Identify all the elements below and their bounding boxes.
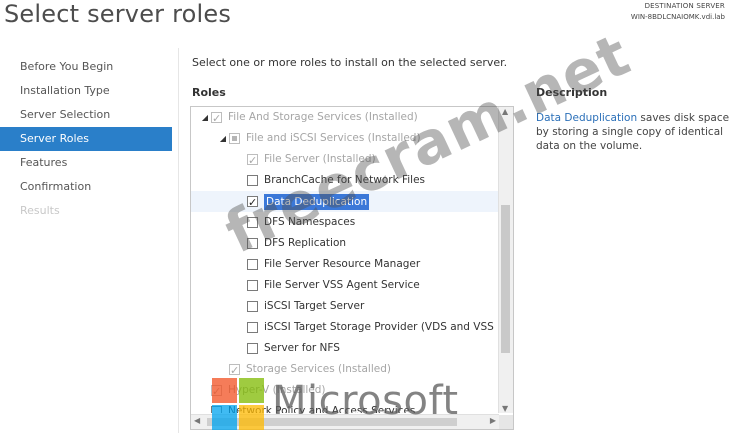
role-checkbox[interactable] [247,343,258,354]
instruction-text: Select one or more roles to install on t… [192,56,508,69]
role-row[interactable]: File Server (Installed) [235,149,376,171]
description-link[interactable]: Data Deduplication [536,112,637,124]
role-checkbox[interactable] [229,133,240,144]
role-label: Server for NFS [264,342,340,354]
nav-item-confirmation[interactable]: Confirmation [0,175,172,199]
role-row[interactable]: Storage Services (Installed) [217,359,391,381]
role-row[interactable]: File Server Resource Manager [235,254,420,275]
logo-red-square [212,378,237,403]
roles-header: Roles [192,86,226,99]
description-header: Description [536,86,608,99]
role-row[interactable]: Data Deduplication [235,191,370,213]
logo-blue-square [212,405,237,430]
role-checkbox[interactable] [247,150,258,171]
role-row[interactable]: iSCSI Target Server [235,296,364,317]
role-label: File and iSCSI Services (Installed) [246,132,421,144]
role-label: File Server VSS Agent Service [264,279,420,291]
role-label: Storage Services (Installed) [246,363,391,375]
scrollbar-corner [499,415,513,429]
role-row[interactable]: ◢ File And Storage Services (Installed) [199,107,418,129]
role-checkbox[interactable] [247,259,258,270]
role-label: Data Deduplication [264,193,370,210]
scroll-down-icon[interactable]: ▼ [502,404,508,413]
nav-item-before-you-begin[interactable]: Before You Begin [0,55,172,79]
role-label: DFS Namespaces [264,216,356,228]
expand-triangle-icon[interactable]: ◢ [217,128,229,149]
destination-server-name: WIN-8BDLCNAIOMK.vdi.lab [630,13,725,21]
role-label: DFS Replication [264,237,347,249]
description-text: Data Deduplication saves disk space by s… [536,111,736,153]
nav-divider [178,48,179,433]
role-label: BranchCache for Network Files [264,174,426,186]
role-label: iSCSI Target Server [264,300,365,312]
role-label: iSCSI Target Storage Provider (VDS and V… [264,321,494,333]
microsoft-wordmark: Microsoft [272,378,459,424]
role-checkbox[interactable] [247,280,258,291]
roles-tree: ◢ File And Storage Services (Installed) ◢ F… [191,107,499,413]
role-row[interactable]: BranchCache for Network Files [235,170,425,191]
role-checkbox[interactable] [229,360,240,381]
nav-item-server-selection[interactable]: Server Selection [0,103,172,127]
destination-server-label: DESTINATION SERVER [644,2,725,10]
nav-item-installation-type[interactable]: Installation Type [0,79,172,103]
scroll-left-icon[interactable]: ◀ [194,416,200,425]
logo-green-square [239,378,264,403]
role-row[interactable]: iSCSI Target Storage Provider (VDS and V… [235,317,494,338]
vertical-scroll-thumb[interactable] [501,205,510,353]
page-title: Select server roles [4,0,232,28]
scroll-up-icon[interactable]: ▲ [502,107,508,116]
wizard-nav: Before You Begin Installation Type Serve… [0,55,172,223]
scroll-right-icon[interactable]: ▶ [490,416,496,425]
nav-item-server-roles[interactable]: Server Roles [0,127,172,151]
logo-yellow-square [239,405,264,430]
role-checkbox[interactable] [247,192,258,213]
role-row[interactable]: DFS Replication [235,233,346,254]
role-row[interactable]: ◢ File and iSCSI Services (Installed) [217,128,421,149]
role-checkbox[interactable] [247,322,258,333]
role-checkbox[interactable] [247,217,258,228]
role-checkbox[interactable] [247,175,258,186]
vertical-scrollbar[interactable]: ▲ ▼ [498,107,513,413]
role-checkbox[interactable] [247,238,258,249]
role-label: File And Storage Services (Installed) [228,111,418,123]
role-row[interactable]: DFS Namespaces [235,212,355,233]
role-label: File Server (Installed) [264,153,376,165]
role-row[interactable]: File Server VSS Agent Service [235,275,420,296]
role-checkbox[interactable] [247,301,258,312]
role-label: File Server Resource Manager [264,258,421,270]
role-checkbox[interactable] [211,108,222,129]
nav-item-results: Results [20,204,60,217]
expand-triangle-icon[interactable]: ◢ [199,107,211,128]
role-row[interactable]: Server for NFS [235,338,340,359]
nav-item-features[interactable]: Features [0,151,172,175]
microsoft-logo-icon [212,378,266,432]
